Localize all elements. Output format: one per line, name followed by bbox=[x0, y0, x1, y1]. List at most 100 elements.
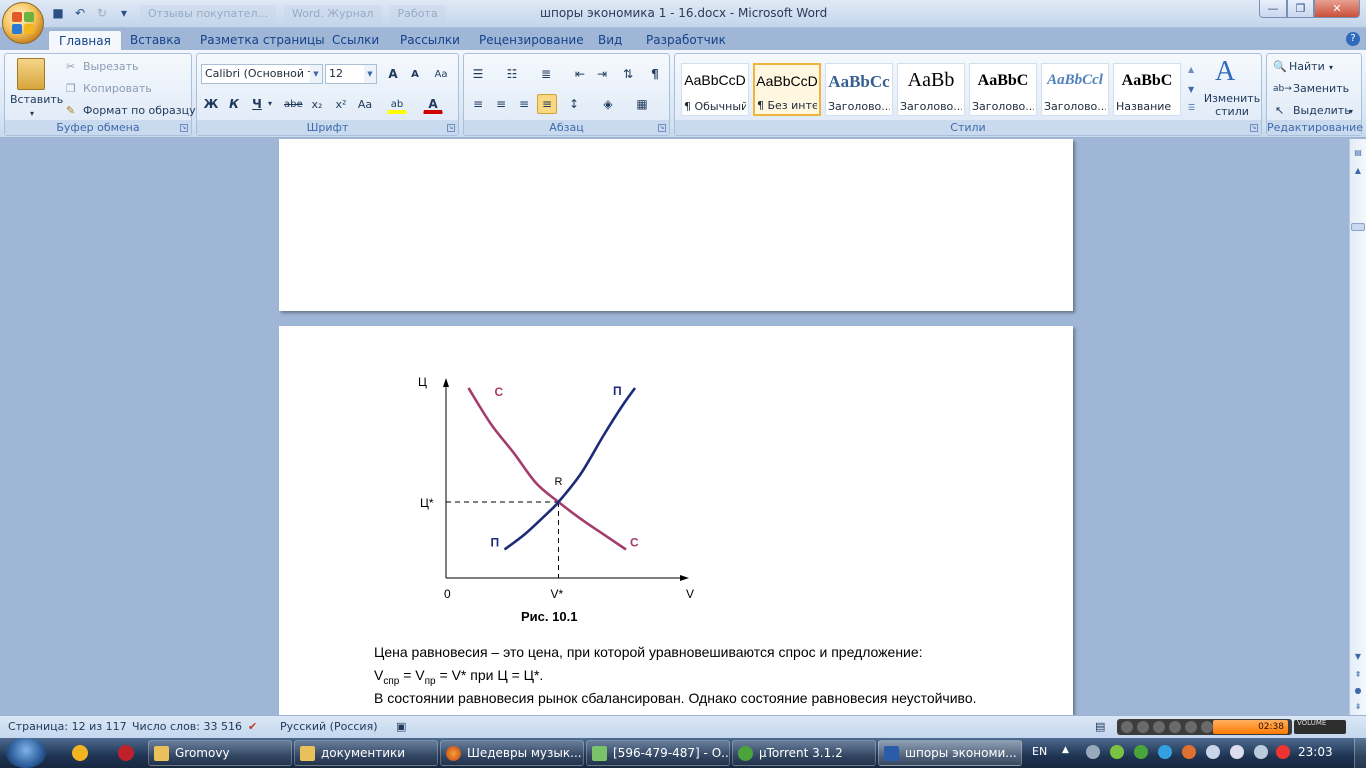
shrink-font-button[interactable]: A bbox=[405, 64, 425, 84]
show-marks-icon[interactable]: ¶ bbox=[645, 64, 665, 84]
paragraph-launcher-icon[interactable]: ↘ bbox=[658, 124, 666, 132]
style-no-spacing[interactable]: AaBbCcD ¶ Без инте... bbox=[753, 63, 821, 116]
find-button[interactable]: Найти bbox=[1289, 59, 1325, 75]
line-spacing-icon[interactable]: ↕ bbox=[564, 94, 584, 114]
office-button[interactable] bbox=[2, 2, 44, 44]
subscript-button[interactable]: x₂ bbox=[307, 94, 327, 114]
format-painter-button[interactable]: Формат по образцу bbox=[83, 103, 196, 119]
tray-skype-icon[interactable] bbox=[1158, 745, 1172, 759]
bold-button[interactable]: Ж bbox=[201, 94, 221, 114]
taskbar-item-utorrent[interactable]: µTorrent 3.1.2 bbox=[732, 740, 876, 766]
tray-utorrent-icon[interactable] bbox=[1134, 745, 1148, 759]
select-dropdown-icon[interactable]: ▾ bbox=[1349, 104, 1353, 120]
browse-object-icon[interactable]: ● bbox=[1352, 685, 1364, 697]
multilevel-list-icon[interactable]: ≣ bbox=[536, 64, 556, 84]
styles-scroll-down-icon[interactable]: ▼ bbox=[1188, 82, 1194, 98]
tray-battery-icon[interactable] bbox=[1254, 745, 1268, 759]
taskbar-item-firefox[interactable]: Шедевры музык... bbox=[440, 740, 584, 766]
find-dropdown-icon[interactable]: ▾ bbox=[1329, 60, 1333, 76]
tray-app2-icon[interactable] bbox=[1182, 745, 1196, 759]
tab-insert[interactable]: Вставка bbox=[120, 30, 191, 50]
minimize-button[interactable]: — bbox=[1259, 0, 1287, 18]
media-next-icon[interactable] bbox=[1185, 721, 1197, 733]
quicklaunch-media-icon[interactable] bbox=[118, 745, 134, 761]
style-heading-2[interactable]: AaBb Заголово... bbox=[897, 63, 965, 116]
bullets-icon[interactable]: ☰ bbox=[468, 64, 488, 84]
word-count[interactable]: Число слов: 33 516 bbox=[132, 720, 242, 733]
paste-button[interactable]: Вставить bbox=[10, 92, 63, 108]
style-title[interactable]: AaBbC Название bbox=[1113, 63, 1181, 116]
print-layout-icon[interactable]: ▤ bbox=[1095, 720, 1105, 733]
scroll-up-icon[interactable]: ▲ bbox=[1352, 165, 1364, 177]
macro-record-icon[interactable]: ▣ bbox=[396, 720, 406, 733]
change-styles-button[interactable]: Изменить стили bbox=[1203, 92, 1261, 118]
tray-power-icon[interactable] bbox=[1276, 745, 1290, 759]
tab-home[interactable]: Главная bbox=[48, 30, 122, 50]
style-heading-1[interactable]: AaBbCc Заголово... bbox=[825, 63, 893, 116]
sort-icon[interactable]: ⇅ bbox=[618, 64, 638, 84]
spellcheck-icon[interactable]: ✔ bbox=[248, 720, 257, 733]
superscript-button[interactable]: x² bbox=[331, 94, 351, 114]
clipboard-launcher-icon[interactable]: ↘ bbox=[180, 124, 188, 132]
vertical-scrollbar[interactable]: ▤ ▲ ▼ ⇞ ● ⇟ bbox=[1349, 139, 1366, 715]
strikethrough-button[interactable]: abe bbox=[283, 94, 303, 114]
media-stop-icon[interactable] bbox=[1169, 721, 1181, 733]
close-button[interactable]: ✕ bbox=[1314, 0, 1360, 18]
font-family-select[interactable]: Calibri (Основной текст) ▼ bbox=[201, 64, 323, 84]
tab-review[interactable]: Рецензирование bbox=[469, 30, 594, 50]
show-desktop-button[interactable] bbox=[1354, 738, 1366, 768]
customize-qat-icon[interactable]: ▾ bbox=[116, 5, 132, 21]
tab-view[interactable]: Вид bbox=[588, 30, 632, 50]
style-normal[interactable]: AaBbCcD ¶ Обычный bbox=[681, 63, 749, 116]
scroll-thumb[interactable] bbox=[1351, 223, 1365, 231]
save-icon[interactable]: ■ bbox=[50, 5, 66, 21]
language-indicator[interactable]: EN bbox=[1032, 745, 1047, 758]
scroll-down-icon[interactable]: ▼ bbox=[1352, 651, 1364, 663]
taskbar-item-skype-chat[interactable]: [596-479-487] - О... bbox=[586, 740, 730, 766]
decrease-indent-icon[interactable]: ⇤ bbox=[570, 64, 590, 84]
underline-dropdown-icon[interactable]: ▾ bbox=[268, 96, 272, 112]
tray-flag-icon[interactable] bbox=[1206, 745, 1220, 759]
font-color-button[interactable]: A bbox=[423, 94, 443, 114]
borders-icon[interactable]: ▦ bbox=[632, 94, 652, 114]
highlight-button[interactable]: ab bbox=[387, 94, 407, 114]
align-left-icon[interactable]: ≡ bbox=[468, 94, 488, 114]
help-icon[interactable]: ? bbox=[1346, 32, 1360, 46]
align-right-icon[interactable]: ≡ bbox=[514, 94, 534, 114]
cut-button[interactable]: Вырезать bbox=[83, 59, 138, 75]
italic-button[interactable]: К bbox=[224, 94, 244, 114]
increase-indent-icon[interactable]: ⇥ bbox=[592, 64, 612, 84]
previous-page-icon[interactable]: ⇞ bbox=[1352, 669, 1364, 681]
numbering-icon[interactable]: ☷ bbox=[502, 64, 522, 84]
paste-icon[interactable] bbox=[17, 58, 45, 90]
tray-app-icon[interactable] bbox=[1110, 745, 1124, 759]
tab-page-layout[interactable]: Разметка страницы bbox=[190, 30, 335, 50]
next-page-icon[interactable]: ⇟ bbox=[1352, 701, 1364, 713]
ruler-toggle-icon[interactable]: ▤ bbox=[1352, 147, 1364, 159]
undo-icon[interactable]: ↶ bbox=[72, 5, 88, 21]
taskbar-clock[interactable]: 23:03 bbox=[1298, 745, 1333, 759]
style-heading-3[interactable]: AaBbC Заголово... bbox=[969, 63, 1037, 116]
tray-network-icon[interactable] bbox=[1086, 745, 1100, 759]
restore-button[interactable]: ❐ bbox=[1287, 0, 1314, 18]
tab-developer[interactable]: Разработчик bbox=[636, 30, 736, 50]
page-current[interactable]: С С П П Ц V 0 V* Ц* R Рис. 10.1 Цена равновесия – … bbox=[279, 326, 1073, 715]
page-count[interactable]: Страница: 12 из 117 bbox=[8, 720, 127, 733]
taskbar-item-documents[interactable]: документики bbox=[294, 740, 438, 766]
align-center-icon[interactable]: ≡ bbox=[491, 94, 511, 114]
start-button[interactable] bbox=[6, 738, 46, 768]
style-heading-4[interactable]: AaBbCcl Заголово... bbox=[1041, 63, 1109, 116]
tray-expand-icon[interactable]: ▲ bbox=[1062, 745, 1076, 759]
select-button[interactable]: Выделить bbox=[1293, 103, 1351, 119]
font-launcher-icon[interactable]: ↘ bbox=[447, 124, 455, 132]
underline-button[interactable]: Ч bbox=[247, 94, 267, 114]
volume-slider[interactable]: VOLUME bbox=[1294, 720, 1346, 734]
taskbar-item-word[interactable]: шпоры экономи... bbox=[878, 740, 1022, 766]
tab-mailings[interactable]: Рассылки bbox=[390, 30, 470, 50]
quicklaunch-avast-icon[interactable] bbox=[72, 745, 88, 761]
copy-button[interactable]: Копировать bbox=[83, 81, 152, 97]
tab-references[interactable]: Ссылки bbox=[322, 30, 389, 50]
change-case-button[interactable]: Aa bbox=[355, 94, 375, 114]
media-play-icon[interactable] bbox=[1137, 721, 1149, 733]
shading-icon[interactable]: ◈ bbox=[598, 94, 618, 114]
